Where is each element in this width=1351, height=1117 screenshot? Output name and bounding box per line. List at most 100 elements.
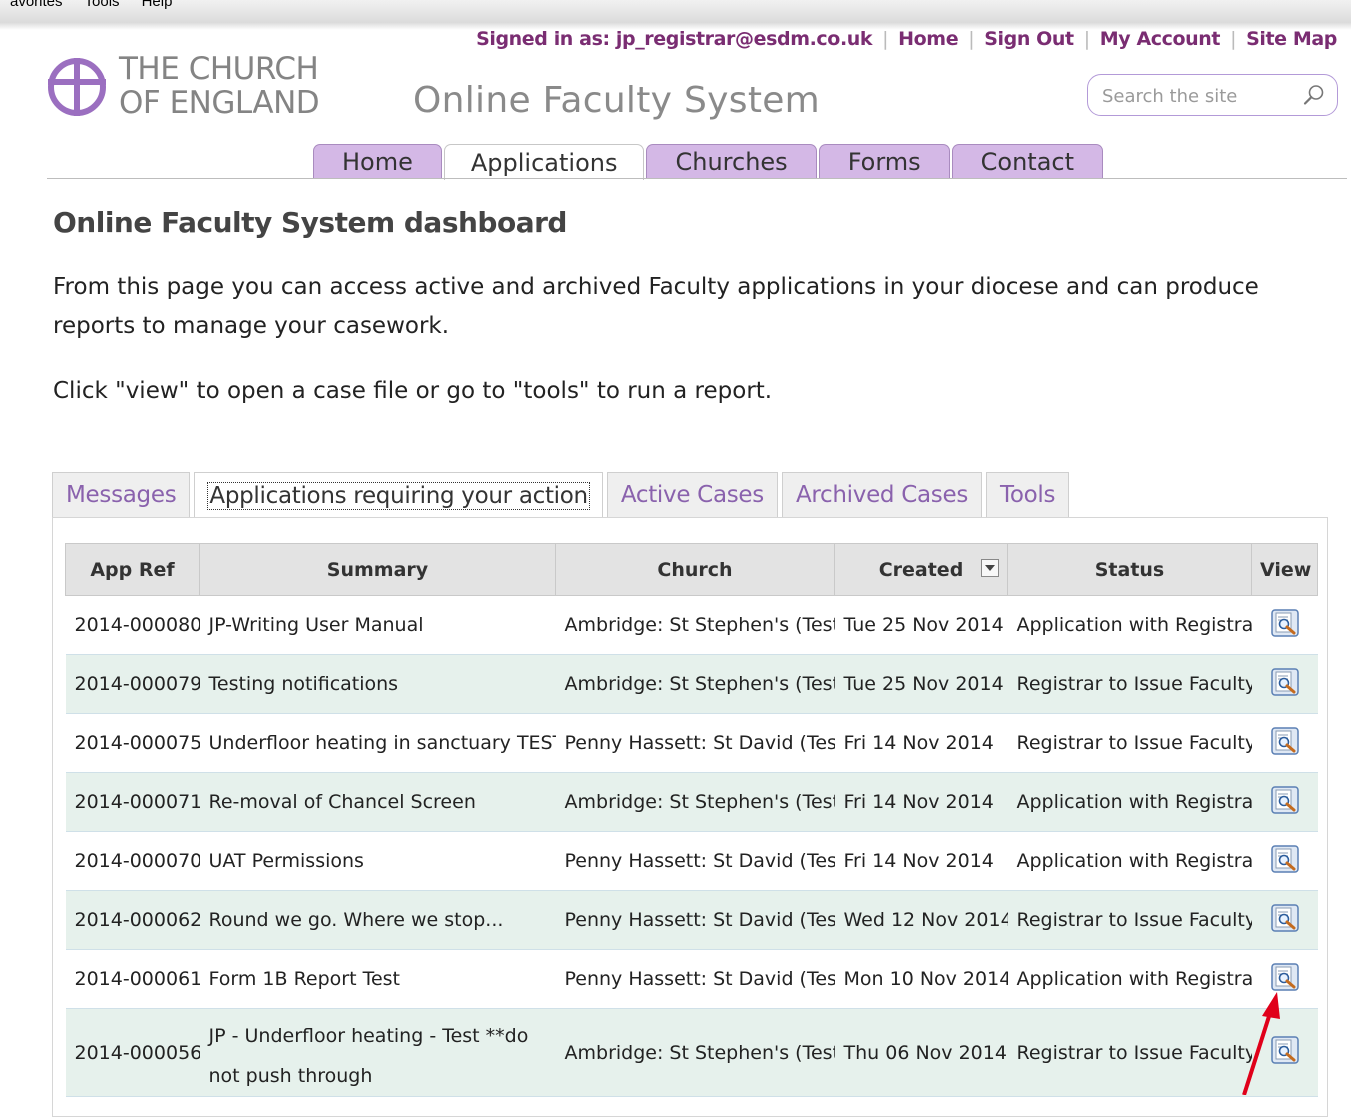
tab-messages-label: Messages [66,482,177,508]
cell-summary: Testing notifications [199,654,556,714]
cell-created: Mon 10 Nov 2014 [834,949,1008,1009]
cell-church: Penny Hassett: St David (Test) [555,890,835,950]
cell-summary: JP - Underfloor heating - Test **do not … [199,1008,556,1097]
tab-messages[interactable]: Messages [52,472,191,517]
main-navigation: Home Applications Churches Forms Contact [313,144,1105,180]
cell-app-ref: 2014-000062 [65,890,200,950]
cell-view [1251,890,1318,950]
view-case-icon[interactable] [1270,844,1300,879]
cell-app-ref: 2014-000070 [65,831,200,891]
intro-text: From this page you can access active and… [53,274,1259,339]
tab-archived-cases[interactable]: Archived Cases [781,472,983,517]
cell-created: Thu 06 Nov 2014 [834,1008,1008,1097]
cell-created: Fri 14 Nov 2014 [834,831,1008,891]
view-case-icon[interactable] [1270,667,1300,702]
table-row: 2014-000071 Re-moval of Chancel Screen Amb… [65,772,1318,832]
tab-applications-requiring-action[interactable]: Applications requiring your action [194,472,603,518]
tab-applications-requiring-action-label: Applications requiring your action [207,481,590,510]
cell-view [1251,654,1318,714]
sign-out-link[interactable]: Sign Out [984,28,1074,50]
table-row: 2014-000062 Round we go. Where we stop...… [65,890,1318,950]
menu-tools[interactable]: Tools [85,0,120,10]
sort-dropdown-button[interactable] [981,559,999,577]
cell-status: Application with Registrar [1007,595,1252,655]
chevron-down-icon [985,565,995,571]
nav-tab-churches[interactable]: Churches [646,144,817,179]
tab-active-cases[interactable]: Active Cases [606,472,778,517]
home-link[interactable]: Home [898,28,958,50]
separator: | [1083,28,1090,50]
column-header-app-ref[interactable]: App Ref [65,543,200,596]
tab-archived-cases-label: Archived Cases [795,482,969,508]
cell-view [1251,772,1318,832]
logo-line-1: THE CHURCH [119,51,319,87]
cell-view [1251,713,1318,773]
tab-tools[interactable]: Tools [986,472,1070,517]
view-case-icon[interactable] [1270,903,1300,938]
browser-menu-bar: avorites Tools Help [0,0,1351,22]
my-account-link[interactable]: My Account [1100,28,1221,50]
table-row: 2014-000080 JP-Writing User Manual Ambridg… [65,595,1318,655]
cell-app-ref: 2014-000056 [65,1008,200,1097]
view-case-icon[interactable] [1270,962,1300,997]
cell-church: Penny Hassett: St David (Test) [555,831,835,891]
view-case-icon[interactable] [1270,726,1300,761]
cell-summary: Re-moval of Chancel Screen [199,772,556,832]
cell-app-ref: 2014-000079 [65,654,200,714]
cell-status: Registrar to Issue Faculty [1007,713,1252,773]
cell-church: Ambridge: St Stephen's (Test) [555,1008,835,1097]
site-title: Online Faculty System [413,80,821,121]
column-header-created-label: Created [878,558,964,581]
site-map-link[interactable]: Site Map [1246,28,1337,50]
cell-status: Registrar to Issue Faculty [1007,1008,1252,1097]
logo-text: THE CHURCH OF ENGLAND [119,51,320,120]
nav-divider [47,178,1347,179]
cell-view [1251,1008,1318,1097]
table-row: 2014-000061 Form 1B Report Test Penny Hass… [65,949,1318,1009]
nav-tab-home[interactable]: Home [313,144,442,179]
search-input[interactable] [1100,83,1294,109]
nav-tab-applications[interactable]: Applications [443,144,645,180]
view-case-icon[interactable] [1270,608,1300,643]
separator: | [968,28,975,50]
column-header-status[interactable]: Status [1007,543,1252,596]
column-header-view: View [1251,543,1318,596]
cell-summary: JP-Writing User Manual [199,595,556,655]
table-row: 2014-000070 UAT Permissions Penny Hassett:… [65,831,1318,891]
table-row: 2014-000079 Testing notifications Ambridge… [65,654,1318,714]
nav-tab-contact[interactable]: Contact [951,144,1104,179]
instruction-text: Click "view" to open a case file or go t… [53,378,773,404]
top-links: Signed in as: jp_registrar@esdm.co.uk | … [476,28,1337,50]
cell-church: Ambridge: St Stephen's (Test) [555,772,835,832]
applications-table: App Ref Summary Church Created Status Vi… [65,543,1318,1097]
cell-created: Tue 25 Nov 2014 [834,654,1008,714]
cell-app-ref: 2014-000071 [65,772,200,832]
menu-favorites[interactable]: avorites [10,0,63,10]
search-icon[interactable] [1303,84,1325,106]
dashboard-tabs: Messages Applications requiring your act… [52,472,1073,518]
view-case-icon[interactable] [1270,785,1300,820]
cell-status: Registrar to Issue Faculty [1007,890,1252,950]
cell-app-ref: 2014-000075 [65,713,200,773]
cell-app-ref: 2014-000080 [65,595,200,655]
cell-view [1251,831,1318,891]
separator: | [882,28,889,50]
cell-app-ref: 2014-000061 [65,949,200,1009]
cell-created: Fri 14 Nov 2014 [834,713,1008,773]
column-header-created[interactable]: Created [834,543,1008,596]
view-case-icon[interactable] [1270,1035,1300,1070]
cell-summary: Form 1B Report Test [199,949,556,1009]
cell-summary: UAT Permissions [199,831,556,891]
nav-tab-forms[interactable]: Forms [818,144,950,179]
cell-created: Tue 25 Nov 2014 [834,595,1008,655]
page-title: Online Faculty System dashboard [53,206,567,239]
menu-help[interactable]: Help [142,0,173,10]
cell-status: Application with Registrar [1007,831,1252,891]
cell-created: Fri 14 Nov 2014 [834,772,1008,832]
cross-circle-icon [48,58,106,116]
column-header-church[interactable]: Church [555,543,835,596]
column-header-summary[interactable]: Summary [199,543,556,596]
cell-church: Penny Hassett: St David (Test) [555,713,835,773]
separator: | [1230,28,1237,50]
church-of-england-logo[interactable]: THE CHURCH OF ENGLAND [46,52,346,122]
